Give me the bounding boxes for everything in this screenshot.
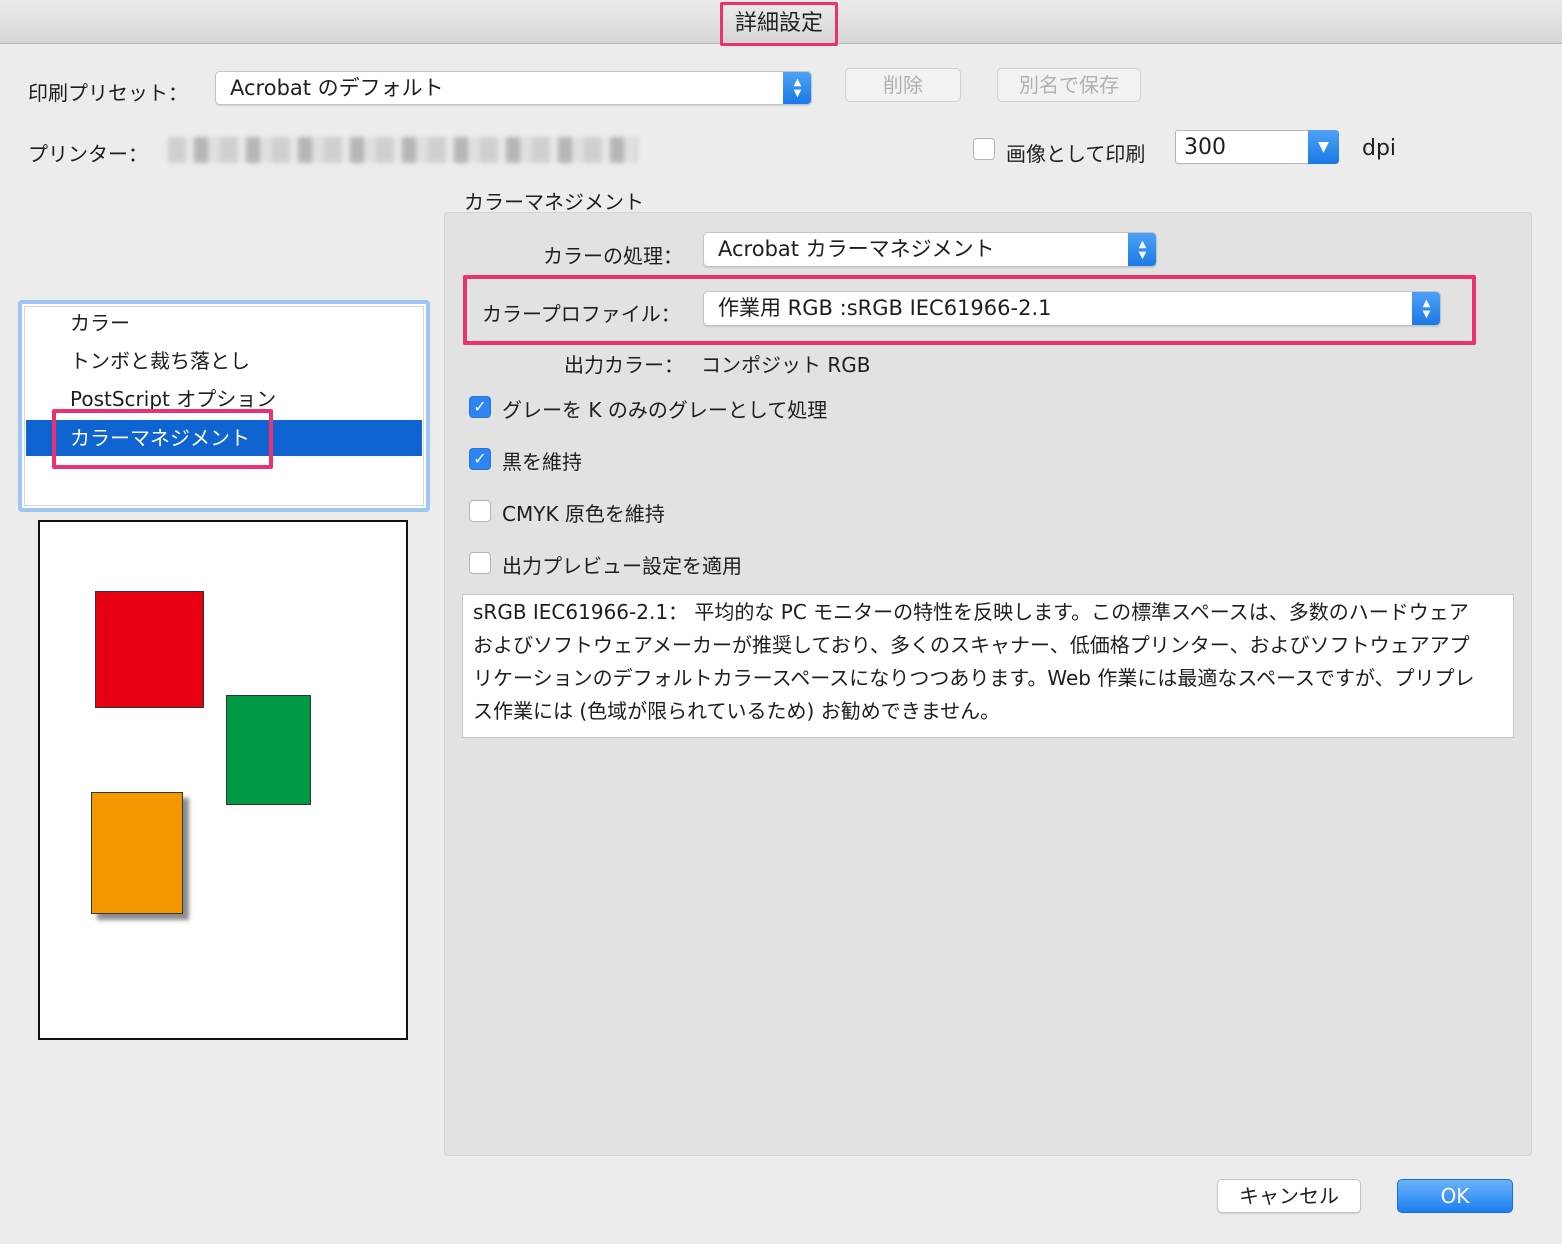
apply-output-preview-checkbox[interactable]	[469, 552, 491, 574]
dpi-unit: dpi	[1362, 136, 1397, 161]
delete-button[interactable]: 削除	[845, 68, 961, 102]
apply-output-preview-label: 出力プレビュー設定を適用	[502, 554, 742, 578]
list-item-color[interactable]: カラー	[26, 305, 422, 341]
printer-label: プリンター：	[28, 142, 148, 166]
checkmark-icon: ✓	[473, 449, 487, 468]
printer-name-blurred	[168, 137, 638, 163]
chevron-down-icon: ▼	[1308, 130, 1339, 164]
highlight-box-list-item	[52, 409, 273, 469]
preserve-cmyk-checkbox[interactable]	[469, 500, 491, 522]
description-line: sRGB IEC61966-2.1： 平均的な PC モニターの特性を反映します…	[473, 600, 1469, 624]
dpi-combo[interactable]: 300 ▼	[1175, 130, 1339, 164]
ok-button[interactable]: OK	[1397, 1179, 1513, 1213]
description-line: ス作業には (色域が限られているため) お勧めできません。	[473, 699, 1001, 723]
description-line: およびソフトウェアメーカーが推奨しており、多くのスキャナー、低価格プリンター、お…	[473, 633, 1470, 657]
color-handling-value: Acrobat カラーマネジメント	[718, 237, 995, 261]
preserve-cmyk-label: CMYK 原色を維持	[502, 502, 665, 526]
description-line: リケーションのデフォルトカラースペースになりつつあります。Web 作業には最適な…	[473, 666, 1475, 690]
save-as-button[interactable]: 別名で保存	[997, 68, 1141, 102]
updown-arrows-icon: ▲ ▼	[783, 72, 811, 104]
checkmark-icon: ✓	[473, 397, 487, 416]
list-item-marks-bleeds[interactable]: トンボと裁ち落とし	[26, 343, 422, 379]
gray-as-k-label: グレーを K のみのグレーとして処理	[502, 398, 828, 422]
output-color-value: コンポジット RGB	[701, 353, 871, 377]
preset-popup[interactable]: Acrobat のデフォルト ▲ ▼	[215, 71, 812, 105]
print-preview	[38, 520, 408, 1040]
preset-label: 印刷プリセット：	[28, 81, 188, 105]
preserve-black-label: 黒を維持	[502, 450, 582, 474]
profile-description: sRGB IEC61966-2.1： 平均的な PC モニターの特性を反映します…	[462, 594, 1514, 738]
red-square	[95, 591, 204, 708]
updown-arrows-icon: ▲ ▼	[1128, 233, 1156, 266]
preserve-black-checkbox[interactable]: ✓	[469, 448, 491, 470]
green-rect	[226, 695, 311, 805]
orange-rect	[91, 792, 183, 914]
color-handling-popup[interactable]: Acrobat カラーマネジメント ▲ ▼	[703, 232, 1157, 267]
color-handling-label: カラーの処理：	[543, 244, 683, 268]
cancel-button[interactable]: キャンセル	[1217, 1179, 1361, 1213]
group-title: カラーマネジメント	[464, 190, 644, 214]
output-color-label: 出力カラー：	[564, 353, 684, 377]
print-as-image-label: 画像として印刷	[1006, 142, 1146, 166]
highlight-box-color-profile	[463, 275, 1476, 345]
window-title: 詳細設定	[720, 2, 838, 46]
preset-value: Acrobat のデフォルト	[230, 76, 444, 100]
print-as-image-checkbox[interactable]	[973, 138, 995, 160]
gray-as-k-checkbox[interactable]: ✓	[469, 396, 491, 418]
dpi-value: 300	[1184, 135, 1226, 160]
